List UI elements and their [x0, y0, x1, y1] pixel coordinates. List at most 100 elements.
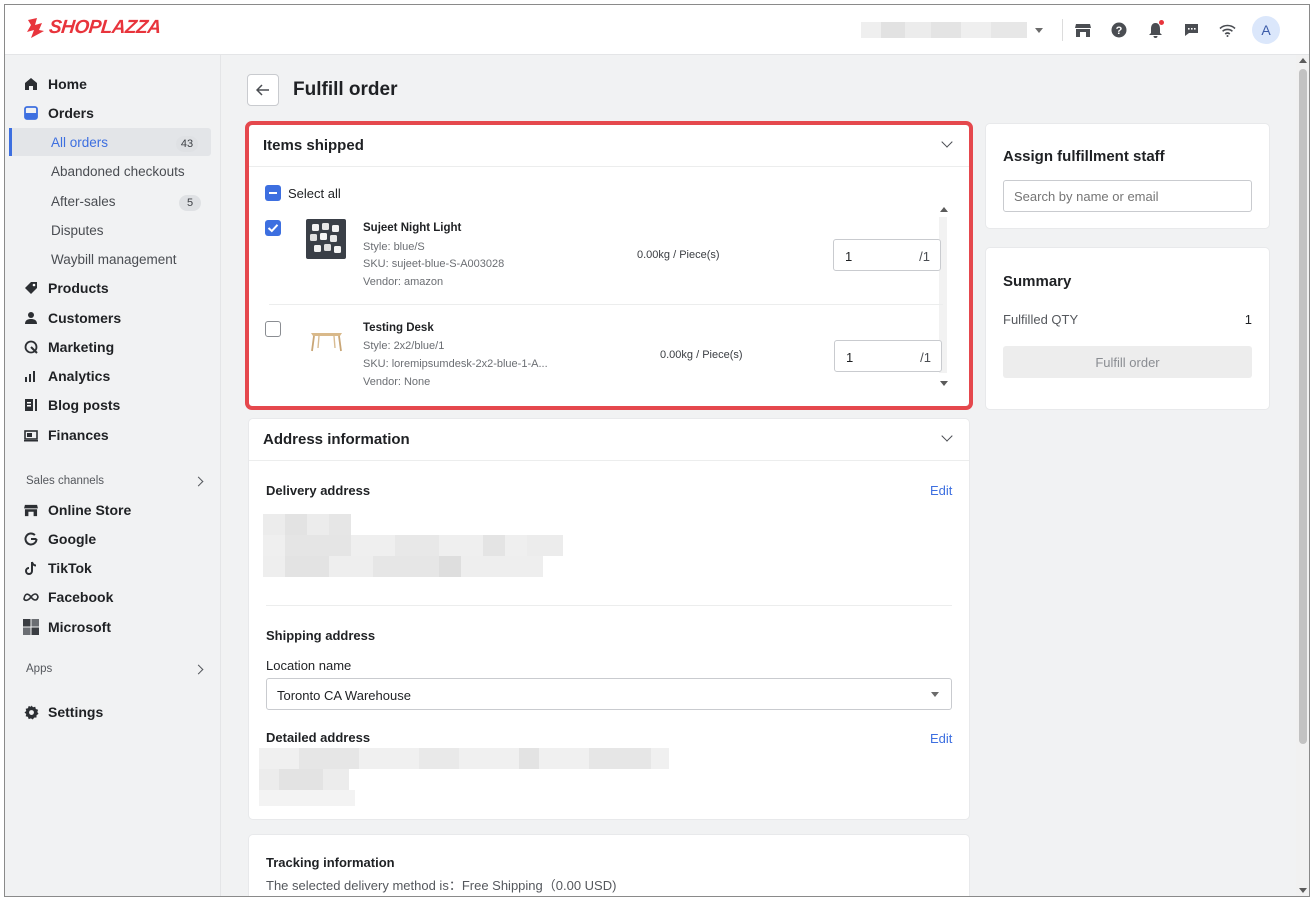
- sidebar-item-all-orders[interactable]: All orders: [51, 135, 108, 150]
- all-orders-count-badge: 43: [176, 136, 198, 152]
- avatar[interactable]: A: [1252, 16, 1280, 44]
- back-button[interactable]: [247, 74, 279, 106]
- sidebar-item-google[interactable]: Google: [23, 528, 96, 550]
- staff-search-input[interactable]: [1003, 180, 1252, 212]
- delivery-method-text: The selected delivery method is：Free Shi…: [266, 878, 617, 893]
- chat-icon[interactable]: [1179, 18, 1203, 42]
- person-icon: [23, 310, 39, 326]
- sidebar-item-settings[interactable]: Settings: [23, 701, 103, 723]
- chevron-down-icon[interactable]: [941, 136, 953, 148]
- chevron-right-icon[interactable]: [193, 664, 204, 675]
- select-all-checkbox[interactable]: [265, 185, 281, 201]
- product-sku: SKU: loremipsumdesk-2x2-blue-1-A...: [363, 358, 548, 370]
- sidebar-item-online-store[interactable]: Online Store: [23, 499, 131, 521]
- store-switcher[interactable]: [861, 20, 1051, 40]
- sidebar-item-disputes[interactable]: Disputes: [51, 223, 104, 238]
- items-shipped-card: Items shipped Select all Sujeet Night Li…: [249, 125, 969, 406]
- sidebar-item-finances[interactable]: Finances: [23, 424, 109, 446]
- help-icon[interactable]: ?: [1107, 18, 1131, 42]
- gear-icon: [23, 704, 39, 720]
- arrow-left-icon: [256, 84, 269, 96]
- sidebar-item-label: Analytics: [48, 368, 111, 384]
- tiktok-icon: [23, 560, 39, 576]
- edit-detailed-address-link[interactable]: Edit: [930, 731, 952, 746]
- product-name: Testing Desk: [363, 322, 434, 334]
- item-checkbox[interactable]: [265, 220, 281, 236]
- delivery-address-redacted: [263, 514, 563, 579]
- fulfill-order-button[interactable]: Fulfill order: [1003, 346, 1252, 378]
- location-name-select[interactable]: Toronto CA Warehouse: [266, 678, 952, 710]
- sidebar-item-label: Settings: [48, 704, 104, 720]
- scroll-down-icon[interactable]: [940, 381, 948, 386]
- chevron-down-icon[interactable]: [941, 430, 953, 442]
- product-style: Style: 2x2/blue/1: [363, 340, 445, 352]
- address-information-card: Address information Delivery address Edi…: [249, 419, 969, 819]
- sidebar-item-facebook[interactable]: Facebook: [23, 586, 113, 608]
- caret-down-icon: [931, 692, 939, 697]
- product-sku: SKU: sujeet-blue-S-A003028: [363, 258, 505, 270]
- store-name-redacted: [861, 22, 1027, 38]
- product-name: Sujeet Night Light: [363, 222, 462, 234]
- sidebar-item-products[interactable]: Products: [23, 277, 109, 299]
- select-all-label: Select all: [288, 186, 341, 201]
- page-title: Fulfill order: [293, 79, 398, 100]
- sidebar-item-label: Orders: [48, 105, 94, 121]
- edit-delivery-address-link[interactable]: Edit: [930, 483, 952, 498]
- sidebar-item-blog-posts[interactable]: Blog posts: [23, 394, 120, 416]
- product-vendor: Vendor: amazon: [363, 276, 444, 288]
- scroll-down-icon[interactable]: [1299, 888, 1307, 893]
- quantity-value: 1: [846, 350, 854, 365]
- item-checkbox[interactable]: [265, 321, 281, 337]
- fulfilled-qty-label: Fulfilled QTY: [1003, 312, 1079, 327]
- finance-icon: [23, 427, 39, 443]
- sidebar-item-home[interactable]: Home: [23, 73, 87, 95]
- sidebar-item-orders[interactable]: Orders: [23, 102, 94, 124]
- product-weight: 0.00kg / Piece(s): [637, 249, 720, 261]
- card-header[interactable]: Items shipped: [249, 125, 969, 167]
- brand-name: SHOPLAZZA: [47, 17, 162, 38]
- chevron-right-icon[interactable]: [193, 476, 204, 487]
- wifi-icon[interactable]: [1215, 18, 1239, 42]
- quantity-max: /1: [919, 249, 930, 264]
- scroll-up-icon[interactable]: [940, 207, 948, 212]
- scroll-up-icon[interactable]: [1299, 58, 1307, 63]
- sidebar-item-marketing[interactable]: Marketing: [23, 336, 114, 358]
- sidebar-item-waybill-management[interactable]: Waybill management: [51, 252, 177, 267]
- blog-icon: [23, 397, 39, 413]
- after-sales-count-badge: 5: [179, 195, 201, 211]
- product-style: Style: blue/S: [363, 241, 425, 253]
- sidebar: Home Orders All orders 43 Abandoned chec…: [5, 55, 221, 896]
- tracking-information-title: Tracking information: [266, 855, 395, 870]
- card-title: Summary: [1003, 273, 1072, 290]
- sidebar-item-label: Products: [48, 280, 109, 296]
- active-indicator: [9, 128, 12, 156]
- brand-logo[interactable]: SHOPLAZZA: [25, 17, 162, 39]
- sidebar-item-abandoned-checkouts[interactable]: Abandoned checkouts: [51, 164, 185, 179]
- card-header[interactable]: Address information: [249, 419, 969, 461]
- product-vendor: Vendor: None: [363, 376, 431, 388]
- card-title: Assign fulfillment staff: [1003, 148, 1165, 165]
- bell-icon[interactable]: [1143, 18, 1167, 42]
- sidebar-item-customers[interactable]: Customers: [23, 307, 121, 329]
- tracking-information-card: Tracking information The selected delive…: [249, 835, 969, 896]
- page-scrollbar[interactable]: [1296, 55, 1309, 896]
- sidebar-item-label: Microsoft: [48, 619, 111, 635]
- check-icon: [267, 224, 279, 233]
- summary-card: Summary Fulfilled QTY 1 Fulfill order: [986, 248, 1269, 409]
- quantity-input[interactable]: 1 /1: [834, 340, 942, 372]
- meta-icon: [23, 589, 39, 605]
- apps-label: Apps: [26, 663, 53, 675]
- detailed-address-redacted: [259, 748, 669, 808]
- marketing-icon: [23, 339, 39, 355]
- sidebar-item-microsoft[interactable]: Microsoft: [23, 616, 111, 638]
- card-title: Address information: [263, 431, 410, 448]
- sidebar-item-analytics[interactable]: Analytics: [23, 365, 110, 387]
- quantity-value: 1: [845, 249, 853, 264]
- sidebar-item-tiktok[interactable]: TikTok: [23, 557, 92, 579]
- product-thumbnail: [306, 319, 346, 359]
- top-bar: SHOPLAZZA ? A: [5, 5, 1309, 55]
- store-icon[interactable]: [1071, 18, 1095, 42]
- scrollbar-thumb[interactable]: [1299, 69, 1307, 744]
- quantity-input[interactable]: 1 /1: [833, 239, 941, 271]
- sidebar-item-after-sales[interactable]: After-sales: [51, 194, 116, 209]
